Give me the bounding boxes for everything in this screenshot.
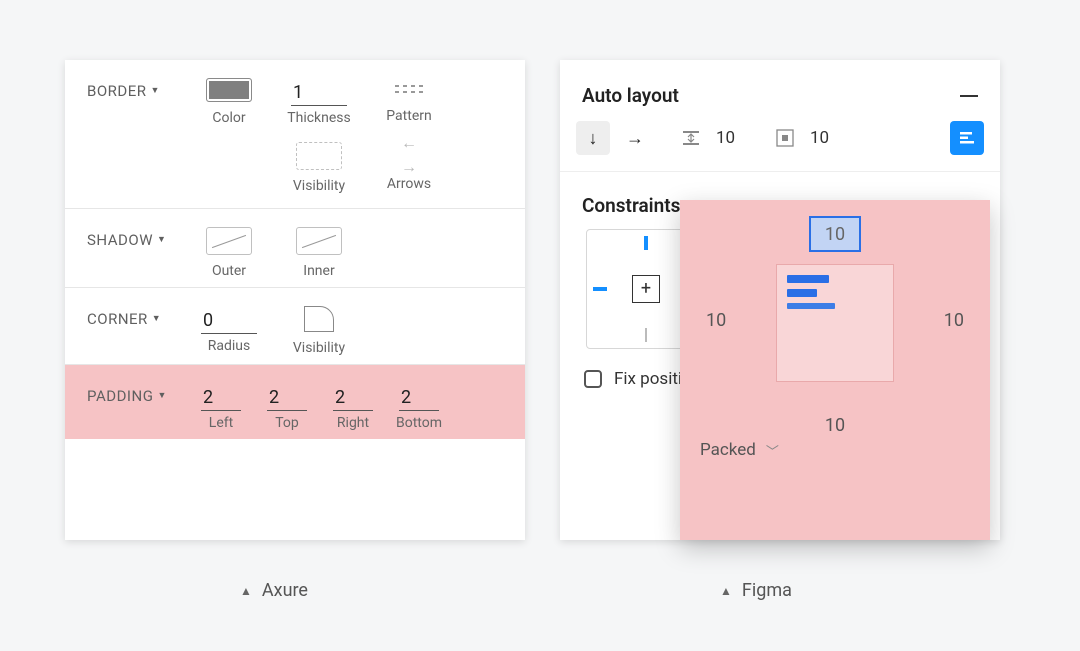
padding-bottom-input[interactable]: 10 [825, 415, 845, 436]
border-thickness-value[interactable]: 1 [291, 78, 347, 106]
border-pattern-field[interactable]: Pattern [377, 78, 441, 124]
shadow-section-header[interactable]: SHADOW ▼ [87, 227, 197, 279]
padding-summary-icon [768, 121, 802, 155]
arrow-right-icon: → [626, 128, 644, 149]
constraint-top-icon[interactable] [644, 236, 648, 250]
content-bar-icon [787, 303, 835, 309]
dropdown-icon: ▼ [152, 313, 161, 324]
inner-shadow-icon [296, 227, 342, 255]
constraint-center-icon[interactable]: + [632, 275, 660, 303]
shadow-inner-field[interactable]: Inner [287, 227, 351, 279]
constraint-left-icon[interactable] [593, 287, 607, 291]
figma-caption: ▲ Figma [720, 580, 792, 601]
border-arrows-caption: Arrows [387, 176, 431, 192]
color-swatch-icon [206, 78, 252, 102]
border-color-field[interactable]: Color [197, 78, 261, 126]
padding-left-caption: Left [209, 415, 233, 431]
spacing-between-icon [682, 129, 700, 147]
padding-label: PADDING [87, 387, 153, 405]
constraint-bottom-icon[interactable] [645, 328, 647, 342]
shadow-section: SHADOW ▼ Outer Inner [65, 209, 525, 288]
content-bar-icon [787, 289, 817, 297]
corner-section: CORNER ▼ 0 Radius Visibility [65, 288, 525, 365]
padding-section: PADDING ▼ 2 Left 2 Top 2 Right 2 Bottom [65, 365, 525, 439]
border-section-header[interactable]: BORDER ▼ [87, 78, 197, 194]
corner-label: CORNER [87, 310, 148, 328]
auto-layout-header: Auto layout [560, 60, 1000, 121]
axure-caption: ▲ Axure [240, 580, 308, 601]
visibility-dashed-icon [296, 142, 342, 170]
content-bar-icon [787, 275, 829, 283]
spacing-mode-dropdown[interactable]: Packed ﹀ [680, 440, 990, 460]
figma-caption-text: Figma [742, 580, 792, 601]
padding-bottom-field[interactable]: 2 Bottom [395, 383, 443, 431]
spacing-icon [674, 121, 708, 155]
spacing-input[interactable]: 10 [716, 128, 746, 148]
padding-top-value[interactable]: 2 [267, 383, 307, 411]
corner-visibility-field[interactable]: Visibility [287, 306, 351, 356]
padding-right-caption: Right [337, 415, 369, 431]
spacing-mode-label: Packed [700, 440, 756, 460]
border-visibility-caption: Visibility [293, 178, 345, 194]
corner-radius-field[interactable]: 0 Radius [197, 306, 261, 354]
alignment-padding-button[interactable] [950, 121, 984, 155]
padding-popover[interactable]: 10 10 10 10 Packed ﹀ [680, 200, 990, 540]
pattern-icon [386, 78, 432, 100]
border-section: BORDER ▼ Color 1 Thickness Pattern . [65, 60, 525, 209]
alignment-icon [958, 129, 976, 147]
padding-top-caption: Top [275, 415, 299, 431]
border-thickness-field[interactable]: 1 Thickness [287, 78, 351, 126]
arrow-down-icon: ↓ [589, 128, 598, 149]
padding-section-header[interactable]: PADDING ▼ [87, 383, 197, 431]
corner-visibility-icon [304, 306, 334, 332]
border-color-caption: Color [212, 110, 245, 126]
border-arrows-field[interactable]: ←→ Arrows [377, 142, 441, 192]
corner-section-header[interactable]: CORNER ▼ [87, 306, 197, 356]
fix-position-checkbox[interactable] [584, 370, 602, 388]
shadow-outer-field[interactable]: Outer [197, 227, 261, 279]
padding-top-input[interactable]: 10 [809, 216, 861, 252]
auto-layout-row: ↓ → 10 10 [560, 121, 1000, 172]
padding-right-value[interactable]: 2 [333, 383, 373, 411]
direction-horizontal-button[interactable]: → [618, 121, 652, 155]
arrows-icon: ←→ [386, 142, 432, 168]
padding-top-field[interactable]: 2 Top [263, 383, 311, 431]
padding-left-field[interactable]: 2 Left [197, 383, 245, 431]
direction-vertical-button[interactable]: ↓ [576, 121, 610, 155]
border-pattern-caption: Pattern [386, 108, 431, 124]
padding-bottom-caption: Bottom [396, 415, 442, 431]
border-thickness-caption: Thickness [287, 110, 351, 126]
triangle-up-icon: ▲ [720, 584, 732, 598]
chevron-down-icon: ﹀ [766, 441, 779, 460]
remove-autolayout-button[interactable] [960, 95, 978, 97]
auto-layout-title: Auto layout [582, 84, 679, 107]
border-visibility-field[interactable]: Visibility [287, 142, 351, 194]
padding-content-preview [776, 264, 894, 382]
corner-radius-caption: Radius [208, 338, 251, 354]
triangle-up-icon: ▲ [240, 584, 252, 598]
dropdown-icon: ▼ [157, 234, 166, 245]
dropdown-icon: ▼ [151, 85, 160, 96]
corner-visibility-caption: Visibility [293, 340, 345, 356]
outer-shadow-icon [206, 227, 252, 255]
dropdown-icon: ▼ [157, 390, 166, 401]
padding-right-input[interactable]: 10 [944, 310, 964, 331]
corner-radius-value[interactable]: 0 [201, 306, 257, 334]
padding-input[interactable]: 10 [810, 128, 840, 148]
shadow-outer-caption: Outer [212, 263, 246, 279]
padding-diagram: 10 10 10 10 [680, 200, 990, 440]
shadow-inner-caption: Inner [303, 263, 334, 279]
axure-style-panel: BORDER ▼ Color 1 Thickness Pattern . [65, 60, 525, 540]
border-label: BORDER [87, 82, 147, 100]
axure-caption-text: Axure [262, 580, 308, 601]
padding-box-icon [776, 129, 794, 147]
shadow-label: SHADOW [87, 231, 153, 249]
padding-right-field[interactable]: 2 Right [329, 383, 377, 431]
padding-bottom-value[interactable]: 2 [399, 383, 439, 411]
padding-left-value[interactable]: 2 [201, 383, 241, 411]
padding-left-input[interactable]: 10 [706, 310, 726, 331]
